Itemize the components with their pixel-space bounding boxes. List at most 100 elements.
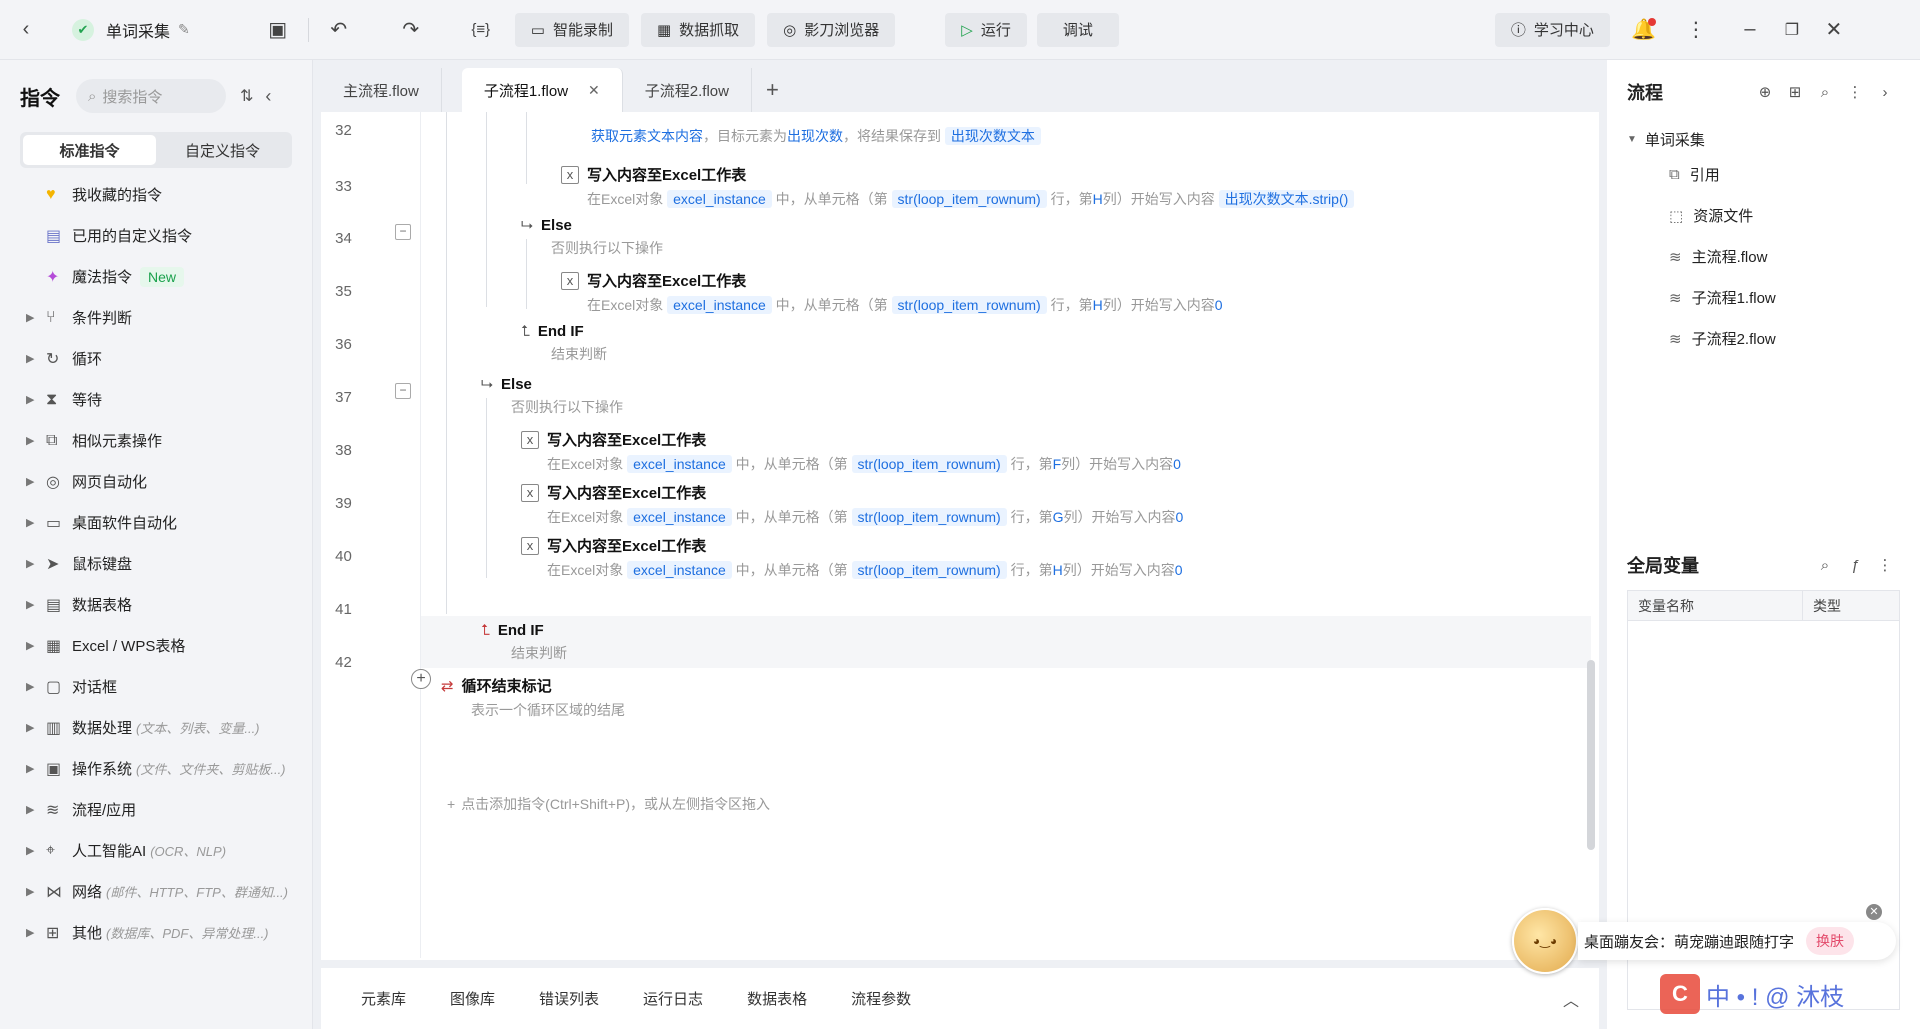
- command-category-item[interactable]: ▶ ➤ 鼠标键盘: [0, 543, 312, 584]
- flow-tree-item[interactable]: ≋ 子流程2.flow: [1607, 318, 1920, 359]
- tab-subflow2[interactable]: 子流程2.flow: [623, 68, 752, 112]
- command-category-label: 网络: [72, 884, 103, 901]
- change-skin-button[interactable]: 换肤: [1806, 927, 1855, 955]
- flow-tree-item[interactable]: ≋ 子流程1.flow: [1607, 277, 1920, 318]
- command-category-item[interactable]: ▶ ⊞ 其他 (数据库、PDF、异常处理...): [0, 912, 312, 953]
- flow-step-38[interactable]: x 写入内容至Excel工作表 在Excel对象 excel_instance 中…: [521, 429, 1599, 474]
- command-category-item[interactable]: ▶ ⧗ 等待: [0, 379, 312, 420]
- run-button[interactable]: ▷ 运行: [945, 12, 1027, 47]
- command-category-item[interactable]: ▶ ▦ Excel / WPS表格: [0, 625, 312, 666]
- line-number: 36: [335, 336, 352, 353]
- tab-data-table[interactable]: 数据表格: [747, 988, 807, 1009]
- data-capture-button[interactable]: ▦ 数据抓取: [640, 12, 756, 47]
- command-search-input[interactable]: ⌕ 搜索指令: [76, 79, 226, 113]
- close-icon[interactable]: ✕: [1816, 12, 1852, 48]
- chevron-up-icon[interactable]: ︿: [1563, 987, 1579, 1011]
- vertical-scrollbar[interactable]: [1587, 660, 1595, 850]
- more-icon[interactable]: ⋮: [1870, 556, 1900, 574]
- learning-center-button[interactable]: ⓘ 学习中心: [1494, 12, 1610, 47]
- collapse-block-icon[interactable]: −: [395, 224, 411, 240]
- variable-braces-icon[interactable]: {≡}: [463, 12, 499, 48]
- save-icon[interactable]: ▣: [260, 12, 296, 48]
- help-icon: ⓘ: [1510, 22, 1526, 39]
- command-category-item[interactable]: ▶ ▥ 数据处理 (文本、列表、变量...): [0, 707, 312, 748]
- debug-button[interactable]: 调试: [1036, 12, 1119, 47]
- flow-step-35[interactable]: x 写入内容至Excel工作表 在Excel对象 excel_instance 中…: [561, 270, 1599, 315]
- collapse-panel-icon[interactable]: ‹: [265, 86, 271, 107]
- command-category-label: 网页自动化: [72, 474, 148, 491]
- collapse-block-icon[interactable]: −: [395, 383, 411, 399]
- add-module-icon[interactable]: ⊞: [1780, 83, 1810, 101]
- more-icon[interactable]: ⋮: [1840, 83, 1870, 101]
- command-category-item[interactable]: ▶ ▢ 对话框: [0, 666, 312, 707]
- add-tab-icon[interactable]: +: [766, 68, 779, 112]
- line-number: 32: [335, 122, 352, 139]
- tab-element-library[interactable]: 元素库: [361, 988, 406, 1009]
- flow-step-39[interactable]: x 写入内容至Excel工作表 在Excel对象 excel_instance 中…: [521, 482, 1599, 527]
- restore-icon[interactable]: ❐: [1774, 12, 1810, 48]
- search-icon[interactable]: ⌕: [1810, 557, 1840, 574]
- else-branch-icon: ⮡: [481, 376, 494, 393]
- command-category-item[interactable]: ▶ ⑂ 条件判断: [0, 297, 312, 338]
- sort-icon[interactable]: ⇅: [240, 86, 253, 106]
- flow-step-40[interactable]: x 写入内容至Excel工作表 在Excel对象 excel_instance 中…: [521, 535, 1599, 580]
- back-icon[interactable]: ‹: [8, 12, 44, 48]
- tab-main-flow[interactable]: 主流程.flow: [321, 68, 442, 112]
- search-icon[interactable]: ⌕: [1810, 84, 1840, 101]
- undo-icon[interactable]: ↶: [321, 12, 357, 48]
- edit-name-icon[interactable]: ✎: [178, 21, 190, 38]
- more-icon[interactable]: ⋮: [1678, 12, 1714, 48]
- yingdao-browser-button[interactable]: ◎ 影刀浏览器: [767, 12, 896, 47]
- command-category-item[interactable]: ▶ ↻ 循环: [0, 338, 312, 379]
- command-category-item[interactable]: ▶ ▣ 操作系统 (文件、文件夹、剪贴板...): [0, 748, 312, 789]
- command-category-item[interactable]: ▶ ⧉ 相似元素操作: [0, 420, 312, 461]
- command-category-item[interactable]: ▶ ≋ 流程/应用: [0, 789, 312, 830]
- command-category-item[interactable]: ▶ ⋈ 网络 (邮件、HTTP、FTP、群通知...): [0, 871, 312, 912]
- tab-subflow1[interactable]: 子流程1.flow ✕: [461, 68, 623, 112]
- command-category-item[interactable]: ▶ ▭ 桌面软件自动化: [0, 502, 312, 543]
- flow-step-34[interactable]: ⮡ Else 否则执行以下操作: [521, 217, 1599, 258]
- bell-icon[interactable]: 🔔: [1626, 12, 1662, 48]
- tab-custom-commands[interactable]: 自定义指令: [156, 135, 289, 165]
- toolbar-divider: [307, 17, 309, 42]
- flow-step-36[interactable]: ⮤ End IF 结束判断: [521, 323, 1599, 364]
- add-variable-icon[interactable]: ƒ: [1840, 557, 1870, 574]
- command-category-item[interactable]: ✦ 魔法指令 New: [0, 256, 312, 297]
- command-category-item[interactable]: ▶ ⌖ 人工智能AI (OCR、NLP): [0, 830, 312, 871]
- insert-step-icon[interactable]: +: [411, 669, 431, 689]
- heart-icon: ♥: [46, 185, 56, 203]
- command-category-item[interactable]: ♥ 我收藏的指令: [0, 174, 312, 215]
- flow-tree-root[interactable]: ▼ 单词采集: [1607, 124, 1920, 154]
- pet-avatar[interactable]: ◕‿◕: [1512, 908, 1578, 974]
- flow-tree-label: 主流程.flow: [1691, 249, 1768, 266]
- tab-error-list[interactable]: 错误列表: [539, 988, 599, 1009]
- flow-step-41[interactable]: ⮤ End IF 结束判断: [481, 622, 1599, 663]
- tab-image-library[interactable]: 图像库: [450, 988, 495, 1009]
- add-flow-icon[interactable]: ⊕: [1750, 83, 1780, 101]
- flow-step-33[interactable]: x 写入内容至Excel工作表 在Excel对象 excel_instance 中…: [561, 164, 1599, 209]
- close-icon[interactable]: ✕: [1866, 904, 1882, 920]
- flow-step-42[interactable]: ⇄ 循环结束标记 表示一个循环区域的结尾: [441, 675, 1599, 720]
- flow-tree-item[interactable]: ⬚ 资源文件: [1607, 195, 1920, 236]
- tab-standard-commands[interactable]: 标准指令: [23, 135, 156, 165]
- caret-right-icon: ▶: [26, 763, 35, 775]
- flow-step-37[interactable]: ⮡ Else 否则执行以下操作: [481, 376, 1599, 417]
- watermark-text: 中 • ! @ 沐枝: [1706, 983, 1845, 1011]
- flow-tree-item[interactable]: ⧉ 引用: [1607, 154, 1920, 195]
- calendar-icon: ▤: [46, 227, 62, 245]
- command-category-item[interactable]: ▶ ◎ 网页自动化: [0, 461, 312, 502]
- smart-record-button[interactable]: ▭ 智能录制: [514, 12, 629, 47]
- flow-step-32[interactable]: 获取元素文本内容，目标元素为出现次数，将结果保存到 出现次数文本: [591, 114, 1599, 146]
- briefcase-icon: ▣: [46, 760, 62, 778]
- caret-right-icon: ▶: [26, 394, 35, 406]
- tab-flow-params[interactable]: 流程参数: [851, 988, 911, 1009]
- minimize-icon[interactable]: –: [1732, 12, 1768, 48]
- chevron-right-icon[interactable]: ›: [1870, 84, 1900, 101]
- tab-run-log[interactable]: 运行日志: [643, 988, 703, 1009]
- command-category-item[interactable]: ▤ 已用的自定义指令: [0, 215, 312, 256]
- flow-tree-item[interactable]: ≋ 主流程.flow: [1607, 236, 1920, 277]
- redo-icon[interactable]: ↷: [393, 12, 429, 48]
- command-category-item[interactable]: ▶ ▤ 数据表格: [0, 584, 312, 625]
- close-tab-icon[interactable]: ✕: [588, 82, 600, 99]
- add-command-hint[interactable]: + 点击添加指令(Ctrl+Shift+P)，或从左侧指令区拖入: [447, 794, 770, 814]
